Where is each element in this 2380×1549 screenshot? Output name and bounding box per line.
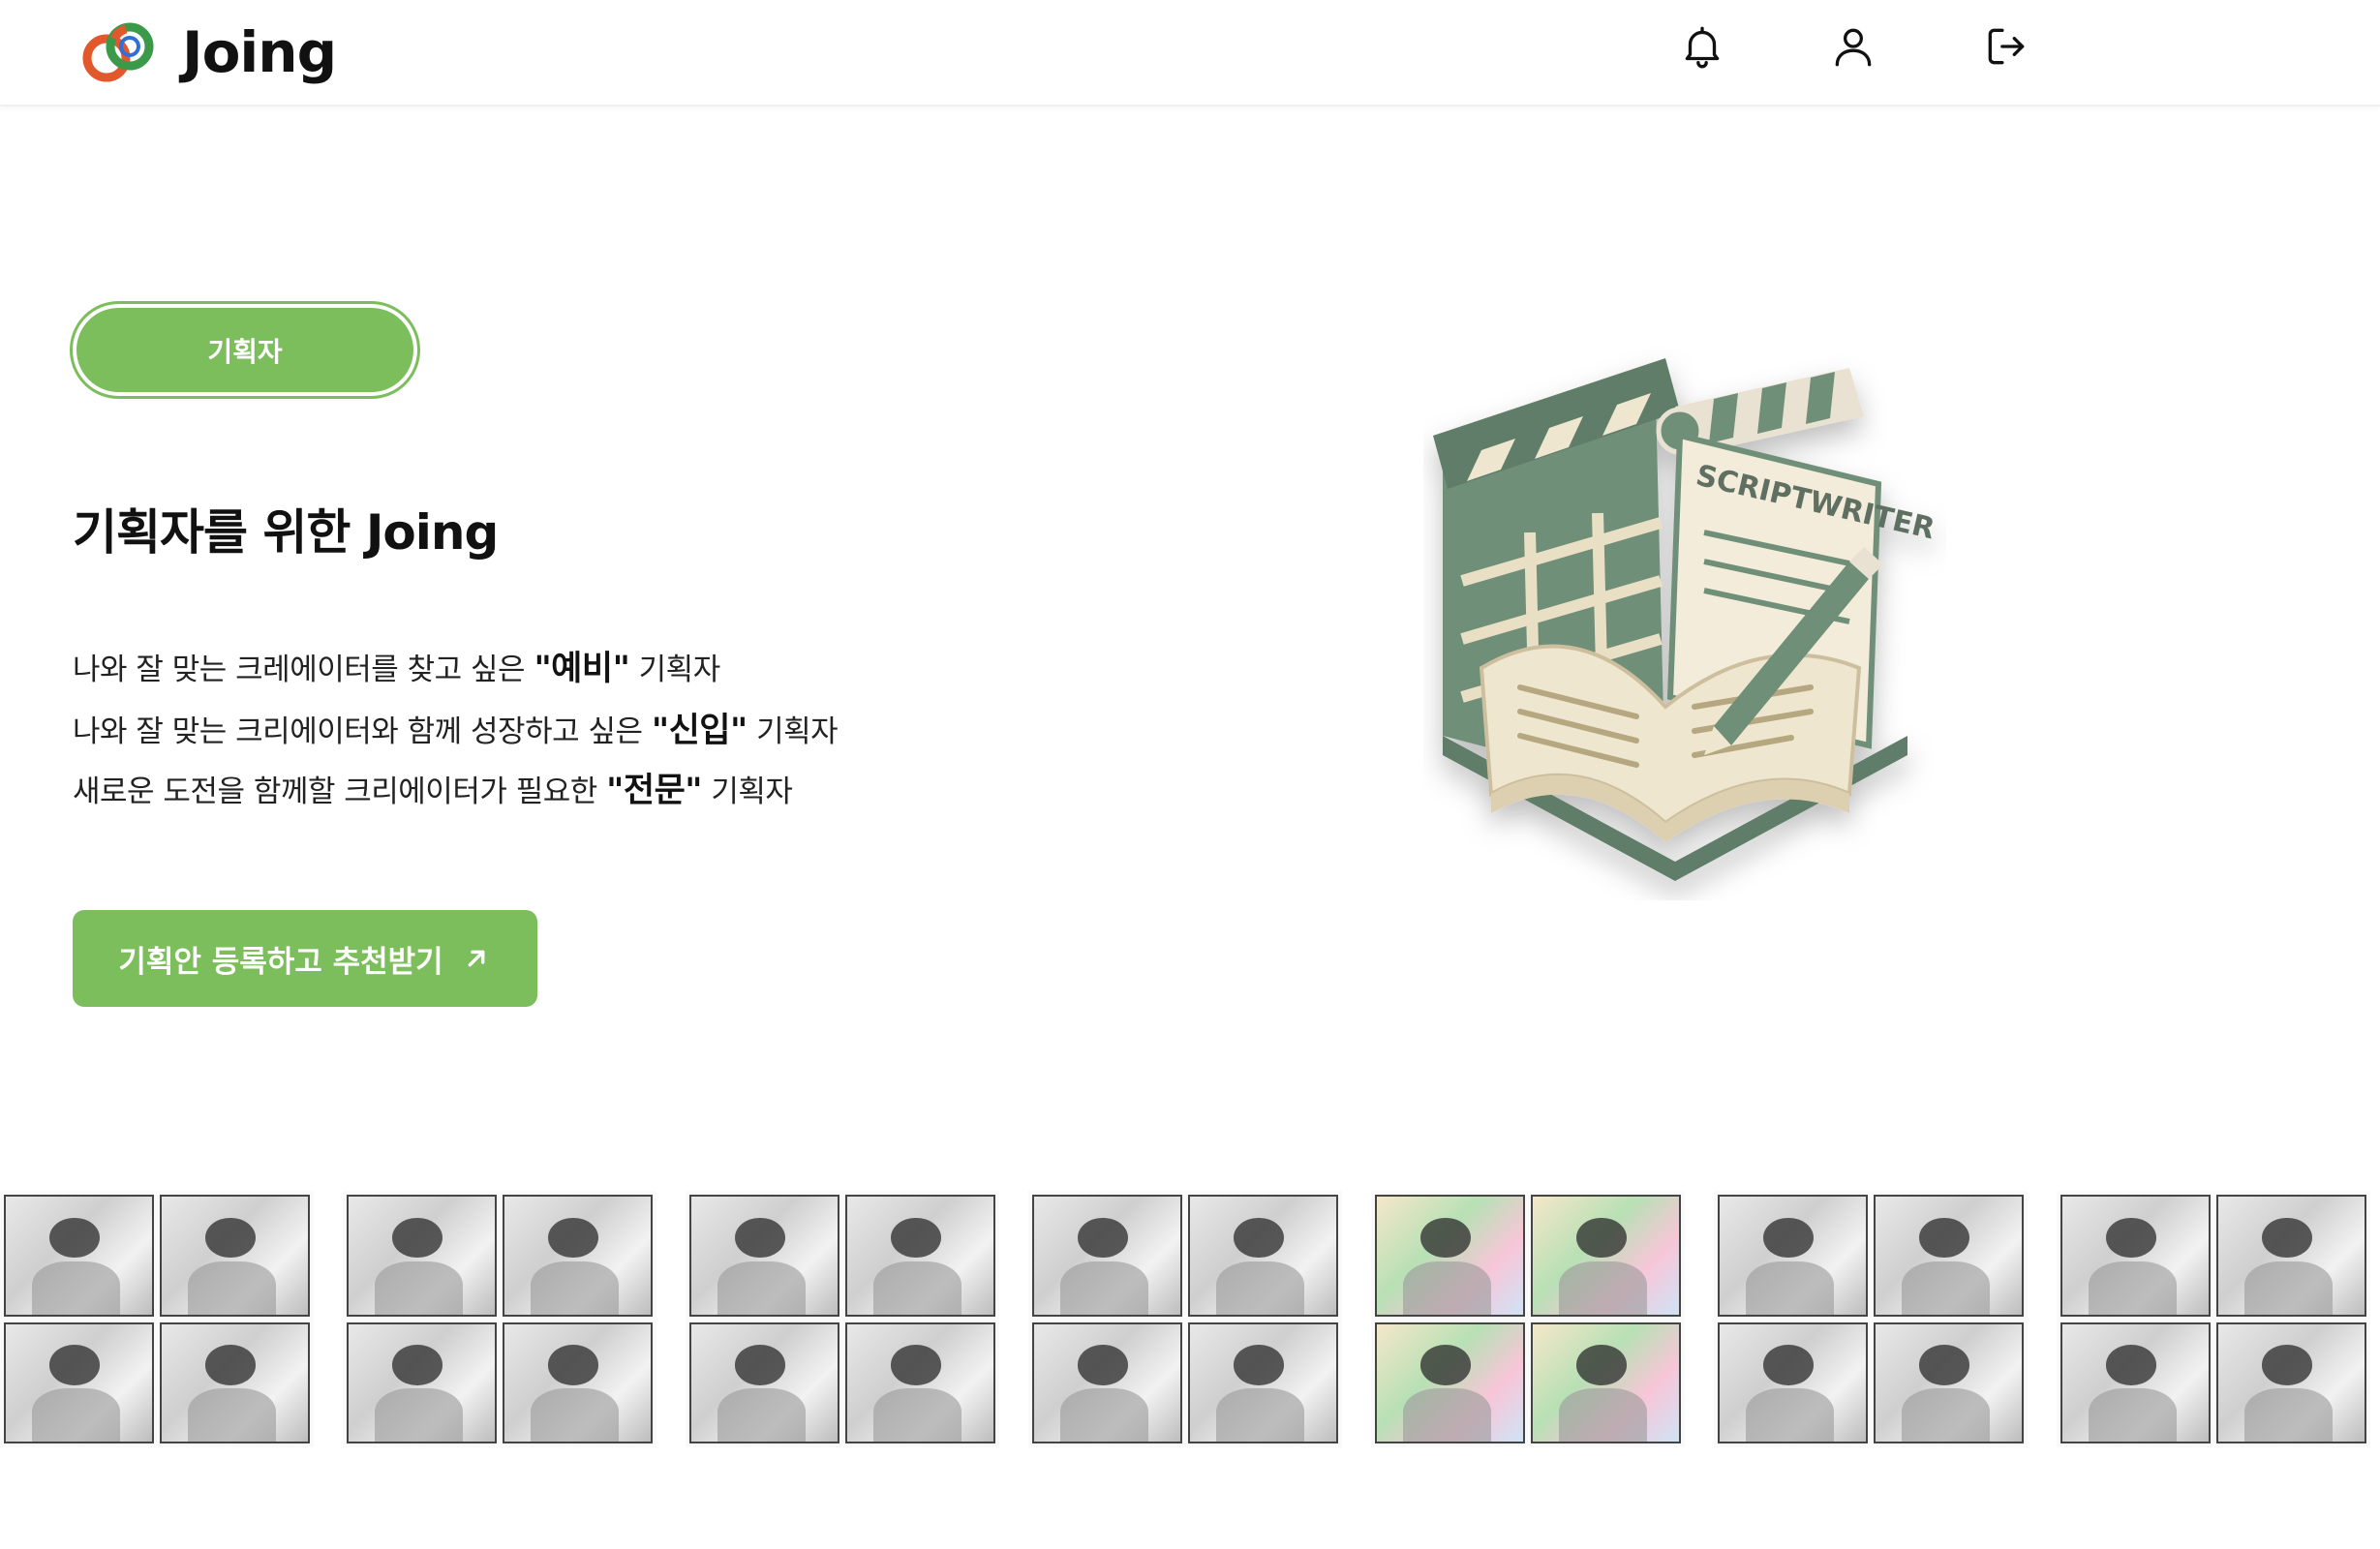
storyboard-panel <box>4 1321 154 1443</box>
storyboard-thumbnail[interactable] <box>686 1191 999 1447</box>
description-line-3: 새로운 도전을 함께할 크리에이터가 필요한 "전문" 기획자 <box>73 763 793 812</box>
storyboard-panel <box>1718 1321 1868 1443</box>
storyboard-panel <box>503 1195 653 1317</box>
logo-text: Joing <box>182 19 337 85</box>
storyboard-thumbnail[interactable] <box>343 1191 656 1447</box>
register-proposal-button[interactable]: 기획안 등록하고 추천받기 <box>73 910 537 1007</box>
description-line-2: 나와 잘 맞는 크리에이터와 함께 성장하고 싶은 "신입" 기획자 <box>73 703 839 752</box>
storyboard-thumbnail[interactable] <box>1028 1191 1342 1447</box>
storyboard-panel <box>1874 1321 2024 1443</box>
top-nav: Joing <box>0 0 2380 106</box>
user-icon[interactable] <box>1826 19 1880 74</box>
storyboard-panel <box>1188 1195 1338 1317</box>
storyboard-panel <box>2216 1321 2366 1443</box>
storyboard-panel <box>347 1321 497 1443</box>
storyboard-panel <box>1188 1321 1338 1443</box>
desc-text: 나와 잘 맞는 크레에이터를 찾고 싶은 <box>73 653 534 687</box>
storyboard-panel <box>845 1321 995 1443</box>
storyboard-panel <box>845 1195 995 1317</box>
page-title: 기획자를 위한 Joing <box>73 504 499 561</box>
storyboard-panel <box>160 1195 310 1317</box>
role-badge-planner[interactable]: 기획자 <box>70 301 420 399</box>
storyboard-panel <box>1375 1321 1525 1443</box>
bell-icon[interactable] <box>1675 19 1729 74</box>
logo[interactable]: Joing <box>77 17 337 87</box>
logout-icon[interactable] <box>1979 19 2033 74</box>
storyboard-panel <box>4 1195 154 1317</box>
desc-text: 기획자 <box>629 653 721 687</box>
scriptwriter-illustration: SCRIPTWRITER <box>1433 358 1938 881</box>
storyboard-panel <box>2060 1195 2211 1317</box>
desc-text: 기획자 <box>747 714 839 749</box>
storyboard-thumbnail[interactable] <box>1371 1191 1685 1447</box>
storyboard-panel <box>160 1321 310 1443</box>
storyboard-panel <box>1874 1195 2024 1317</box>
storyboard-panel <box>689 1321 839 1443</box>
cta-label: 기획안 등록하고 추천받기 <box>118 944 443 980</box>
storyboard-thumbnail[interactable] <box>0 1191 314 1447</box>
storyboard-panel <box>1375 1195 1525 1317</box>
logo-rings-icon <box>82 22 154 82</box>
storyboard-panel <box>503 1321 653 1443</box>
storyboard-panel <box>1032 1195 1182 1317</box>
storyboard-panel <box>1531 1195 1681 1317</box>
storyboard-gallery <box>0 1191 2380 1447</box>
desc-text: 기획자 <box>702 774 793 809</box>
desc-text: 나와 잘 맞는 크리에이터와 함께 성장하고 싶은 <box>73 714 652 749</box>
storyboard-thumbnail[interactable] <box>2057 1191 2370 1447</box>
storyboard-panel <box>1032 1321 1182 1443</box>
desc-emphasis: "신입" <box>651 712 748 750</box>
storyboard-panel <box>2216 1195 2366 1317</box>
storyboard-panel <box>2060 1321 2211 1443</box>
storyboard-thumbnail[interactable] <box>1714 1191 2028 1447</box>
storyboard-panel <box>347 1195 497 1317</box>
storyboard-panel <box>1718 1195 1868 1317</box>
desc-emphasis: "예비" <box>534 650 630 688</box>
desc-emphasis: "전문" <box>606 772 703 810</box>
description-line-1: 나와 잘 맞는 크레에이터를 찾고 싶은 "예비" 기획자 <box>73 641 720 690</box>
storyboard-panel <box>1531 1321 1681 1443</box>
storyboard-panel <box>689 1195 839 1317</box>
arrow-up-right-icon <box>468 950 485 967</box>
desc-text: 새로운 도전을 함께할 크리에이터가 필요한 <box>73 774 607 809</box>
